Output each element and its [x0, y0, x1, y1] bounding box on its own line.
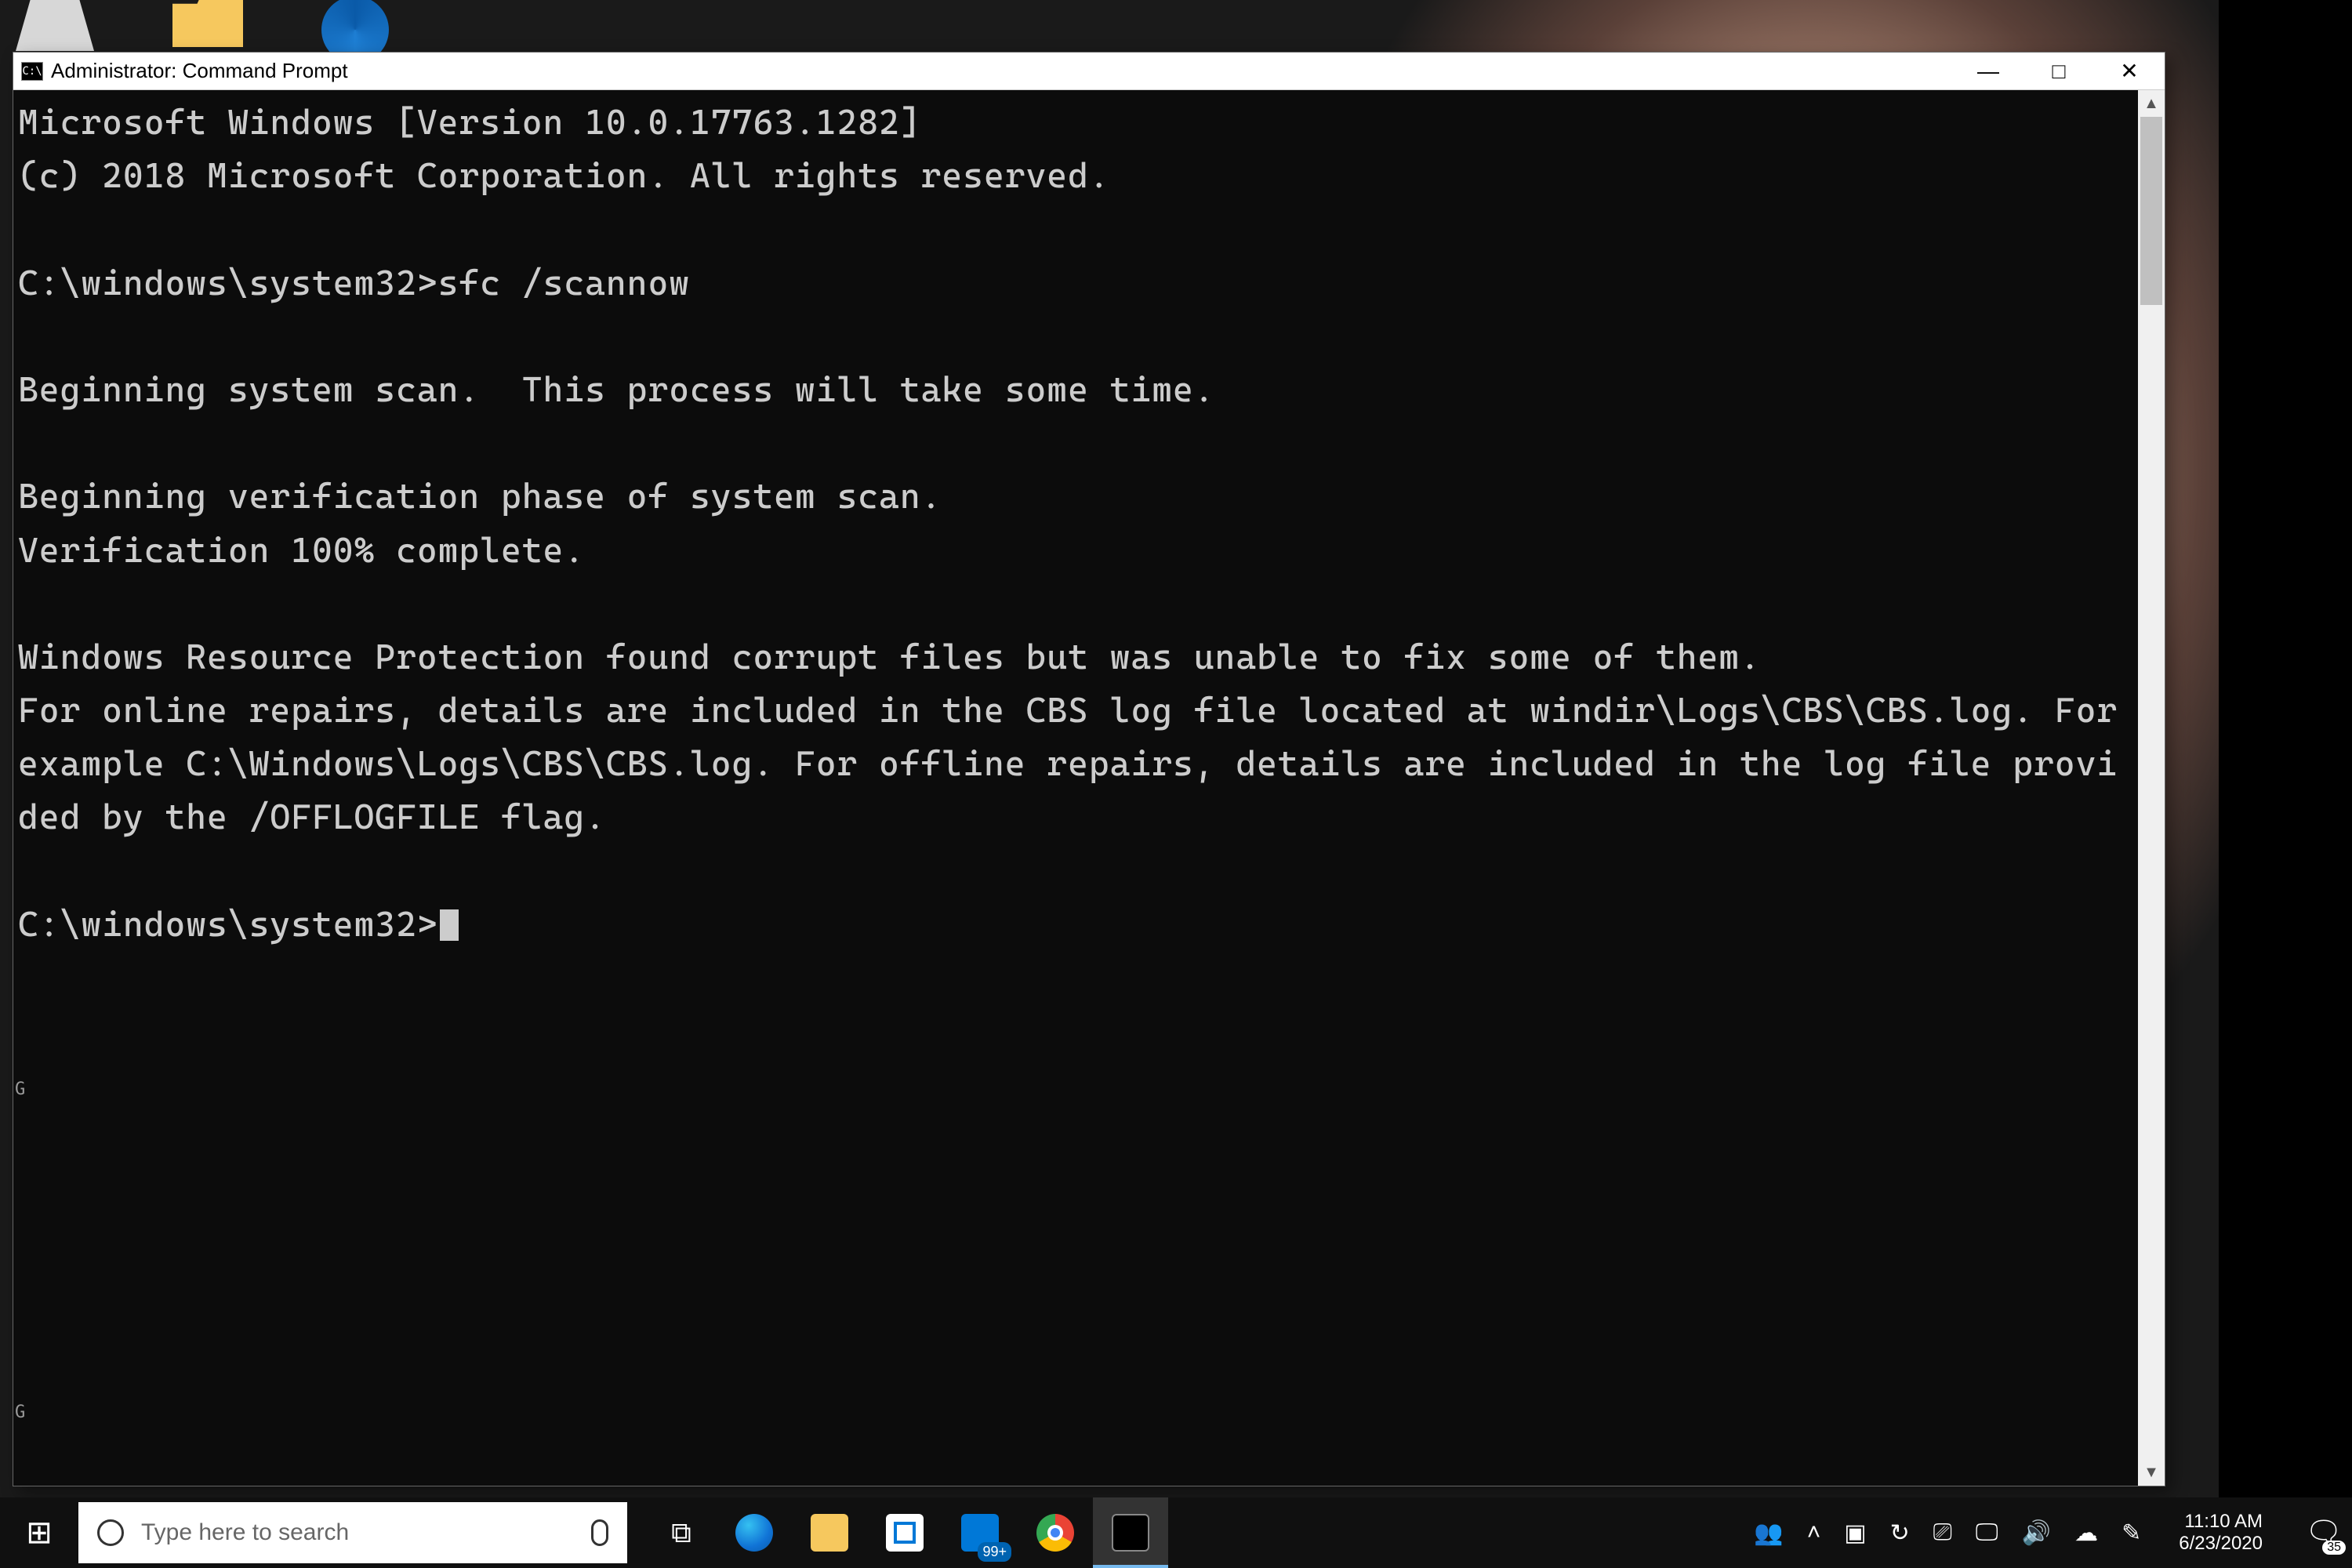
cmd-icon: [1112, 1514, 1149, 1552]
scroll-track[interactable]: [2138, 117, 2165, 1459]
right-black-bar: [2219, 0, 2352, 1505]
mail-badge: 99+: [978, 1542, 1011, 1562]
command-prompt-window: C:\ Administrator: Command Prompt — □ ✕ …: [13, 52, 2165, 1486]
search-placeholder: Type here to search: [141, 1519, 574, 1546]
search-box[interactable]: Type here to search: [78, 1502, 627, 1563]
notification-count: 35: [2322, 1541, 2346, 1555]
edge-icon: [735, 1514, 773, 1552]
file-explorer-icon: [811, 1514, 848, 1552]
start-button[interactable]: ⊞: [0, 1497, 78, 1568]
clock-time: 11:10 AM: [2179, 1511, 2263, 1533]
taskbar-clock[interactable]: 11:10 AM 6/23/2020: [2165, 1511, 2277, 1554]
mic-icon[interactable]: [591, 1519, 608, 1546]
scroll-down-button[interactable]: ▼: [2138, 1459, 2165, 1486]
chrome-icon: [1036, 1514, 1074, 1552]
taskbar-app-store[interactable]: [867, 1497, 942, 1568]
battery-icon[interactable]: ▣: [1844, 1519, 1866, 1547]
people-icon[interactable]: 👥: [1754, 1519, 1783, 1547]
vertical-scrollbar[interactable]: ▲ ▼: [2138, 90, 2165, 1486]
taskbar-app-chrome[interactable]: [1018, 1497, 1093, 1568]
titlebar[interactable]: C:\ Administrator: Command Prompt — □ ✕: [13, 53, 2165, 90]
display-icon[interactable]: ⎚: [1933, 1519, 1952, 1546]
display2-icon[interactable]: 🖵: [1976, 1519, 1998, 1546]
stray-letter: G: [15, 1080, 25, 1099]
taskbar-app-mail[interactable]: 99+: [942, 1497, 1018, 1568]
onedrive-icon[interactable]: ☁: [2074, 1519, 2098, 1547]
scroll-thumb[interactable]: [2140, 117, 2162, 305]
system-tray: 👥 ˄ ▣ ↻ ⎚ 🖵 🔊 ☁ ✎ 11:10 AM 6/23/2020 🗨 3…: [1754, 1509, 2352, 1556]
action-center-button[interactable]: 🗨 35: [2300, 1509, 2347, 1556]
volume-icon[interactable]: 🔊: [2022, 1519, 2051, 1547]
minimize-button[interactable]: —: [1953, 53, 2024, 90]
terminal-output[interactable]: Microsoft Windows [Version 10.0.17763.12…: [13, 90, 2138, 1486]
taskbar-app-cmd[interactable]: [1093, 1497, 1168, 1568]
sync-icon[interactable]: ↻: [1890, 1519, 1910, 1547]
clock-date: 6/23/2020: [2179, 1533, 2263, 1555]
task-view-button[interactable]: ⧉: [641, 1497, 717, 1568]
taskbar-app-edge[interactable]: [717, 1497, 792, 1568]
scroll-up-button[interactable]: ▲: [2138, 90, 2165, 117]
ms-store-icon: [886, 1514, 924, 1552]
desktop-folder-icon[interactable]: [172, 0, 243, 47]
taskbar-app-explorer[interactable]: [792, 1497, 867, 1568]
tray-chevron-icon[interactable]: ˄: [1807, 1519, 1821, 1546]
terminal-cursor: [440, 909, 459, 941]
close-button[interactable]: ✕: [2094, 53, 2165, 90]
taskbar: ⊞ Type here to search ⧉ 99+ 👥 ˄ ▣ ↻ ⎚ 🖵 …: [0, 1497, 2352, 1568]
window-title: Administrator: Command Prompt: [51, 59, 348, 83]
search-icon: [97, 1519, 124, 1546]
recycle-bin-icon[interactable]: [16, 0, 94, 51]
cmd-app-icon: C:\: [21, 62, 43, 81]
stray-letter: G: [15, 1403, 25, 1422]
pen-icon[interactable]: ✎: [2122, 1519, 2141, 1547]
maximize-button[interactable]: □: [2024, 53, 2094, 90]
